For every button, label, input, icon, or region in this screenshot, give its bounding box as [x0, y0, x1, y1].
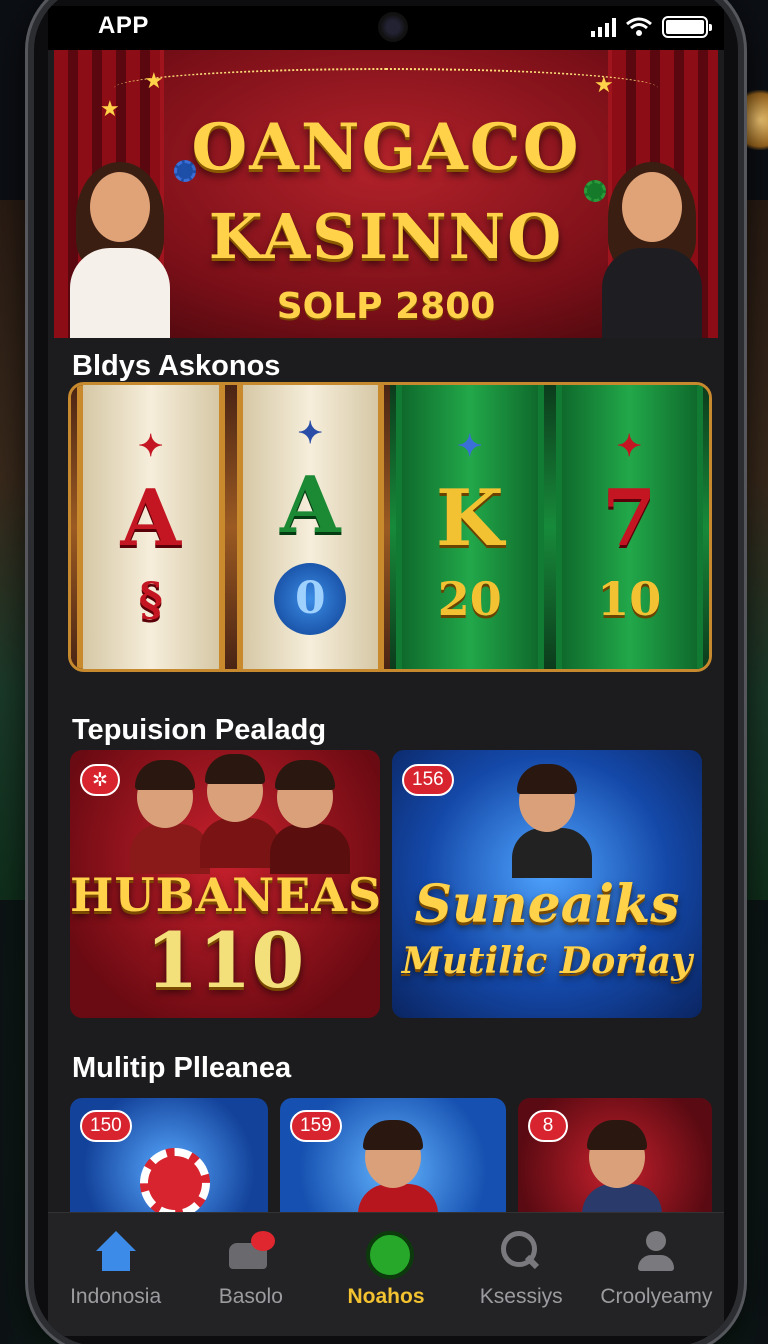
reel-symbol: 0	[274, 563, 347, 635]
chip-icon	[140, 1148, 210, 1218]
profile-icon	[632, 1231, 680, 1275]
slot-reel: ✦ 7 10	[555, 385, 703, 669]
promo-title: Suneaiks	[414, 874, 680, 935]
tab-label: Basolo	[218, 1285, 283, 1308]
reel-symbol: K	[435, 473, 504, 564]
tab-label: Indonosia	[70, 1285, 162, 1308]
app-screen: APP ★ ★ ★ OANGACO KASINNO SOLP 2800 Bldy…	[48, 6, 724, 1336]
featured-games-grid: ✲ HUBANEAS 110 156 Suneaiks Mutilic Dori…	[70, 750, 702, 1018]
string-lights	[114, 68, 658, 108]
home-icon	[92, 1231, 140, 1275]
reel-symbol: A	[279, 460, 341, 551]
bottom-tab-bar: Indonosia Basolo Noahos Ksessiys Croolye…	[48, 1212, 724, 1336]
dealer-figure	[200, 754, 280, 870]
tab-label: Noahos	[347, 1285, 425, 1308]
mini-game-card[interactable]: 150	[70, 1098, 268, 1218]
section-title-featured: Tepuision Pealadg	[72, 714, 327, 746]
promo-badge: 156	[402, 764, 454, 796]
tab-label: Ksessiys	[479, 1285, 563, 1308]
status-icons	[591, 16, 712, 38]
promo-badge: 8	[528, 1110, 568, 1142]
wifi-icon	[626, 17, 652, 36]
hero-subtitle: SOLP 2800	[276, 286, 496, 327]
section-title-multi: Mulitip Plleanea	[72, 1052, 292, 1084]
games-icon	[227, 1231, 275, 1275]
reel-symbol: §	[138, 572, 163, 626]
reel-symbol: 10	[597, 572, 662, 626]
reel-symbol: 20	[437, 572, 502, 626]
slot-half-right: ✦ K 20 ✦ 7 10	[390, 385, 709, 669]
dealer-figure	[582, 1120, 662, 1218]
dealer-figure	[270, 760, 350, 876]
slot-reel: ✦ K 20	[396, 385, 544, 669]
reel-symbol: ✦	[616, 429, 642, 464]
mini-game-card[interactable]: 159	[280, 1098, 506, 1218]
slot-half-left: ✦ A § ✦ A 0	[71, 385, 390, 669]
live-icon	[362, 1231, 414, 1279]
promo-badge: 150	[80, 1110, 132, 1142]
promo-badge: 159	[290, 1110, 342, 1142]
search-icon	[497, 1231, 545, 1275]
hero-banner[interactable]: ★ ★ ★ OANGACO KASINNO SOLP 2800	[54, 50, 718, 338]
promo-number: 110	[145, 916, 305, 1005]
tab-croolyeamy[interactable]: Croolyeamy	[589, 1213, 724, 1336]
front-camera	[378, 12, 408, 42]
dealer-figure	[512, 764, 592, 880]
star-icon: ★	[144, 68, 164, 93]
reel-symbol: ✦	[138, 429, 164, 464]
reel-symbol: ✦	[457, 429, 483, 464]
phone-frame: APP ★ ★ ★ OANGACO KASINNO SOLP 2800 Bldy…	[28, 0, 744, 1344]
status-time: APP	[98, 12, 149, 39]
battery-icon	[662, 16, 712, 38]
slot-reel: ✦ A 0	[236, 385, 384, 669]
promo-subtitle: Mutilic Doriay	[401, 940, 693, 982]
dealer-figure	[130, 760, 210, 876]
chip-icon: ✲	[92, 769, 108, 791]
section-title-slots: Bldys Askonos	[72, 350, 281, 382]
reel-symbol: ✦	[297, 416, 323, 451]
promo-badge: ✲	[80, 764, 120, 796]
dealer-figure	[358, 1120, 438, 1218]
tab-ksessiys[interactable]: Ksessiys	[454, 1213, 589, 1336]
star-icon: ★	[594, 72, 614, 97]
signal-icon	[591, 17, 616, 37]
slot-reel: ✦ A §	[77, 385, 225, 669]
promo-card-hubaneas[interactable]: ✲ HUBANEAS 110	[70, 750, 380, 1018]
status-bar: APP	[48, 6, 724, 50]
tab-basolo[interactable]: Basolo	[183, 1213, 318, 1336]
mini-game-card[interactable]: 8	[518, 1098, 712, 1218]
promo-card-suneaiks[interactable]: 156 Suneaiks Mutilic Doriay	[392, 750, 702, 1018]
reel-symbol: A	[120, 473, 182, 564]
tab-indonosia[interactable]: Indonosia	[48, 1213, 183, 1336]
tab-noahos[interactable]: Noahos	[318, 1213, 453, 1336]
reel-symbol: 7	[602, 473, 657, 564]
hero-title-line1: OANGACO	[191, 110, 581, 185]
promo-title: HUBANEAS	[70, 868, 380, 922]
multiplayer-games-grid: 150 159 8	[70, 1098, 712, 1218]
tab-label: Croolyeamy	[600, 1285, 713, 1308]
hero-title-line2: KASINNO	[208, 200, 564, 273]
slot-game-banner[interactable]: ✦ A § ✦ A 0 ✦ K 20 ✦ 7 10	[68, 382, 712, 672]
